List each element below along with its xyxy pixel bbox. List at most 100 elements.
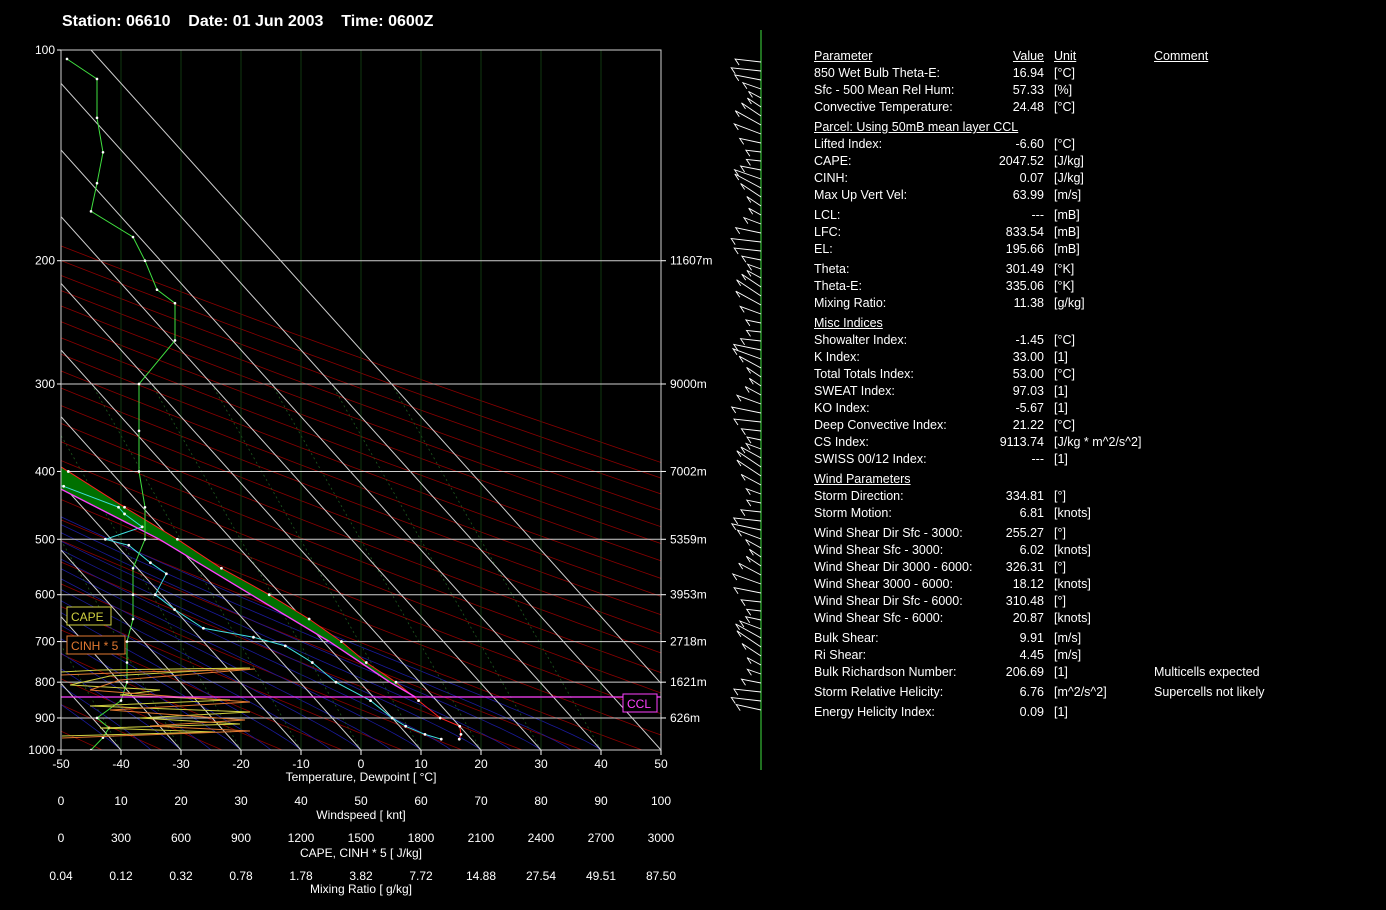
windspeed-tick-label: 0	[58, 794, 65, 808]
pressure-tick-label: 900	[35, 711, 55, 725]
parameter-value: 4.45	[1019, 648, 1044, 662]
parameter-comment: Multicells expected	[1154, 665, 1260, 679]
parameter-unit: [1]	[1054, 452, 1068, 466]
pressure-tick-label: 500	[35, 532, 55, 546]
parameter-value: 326.31	[1005, 560, 1044, 574]
mixing-ratio-tick-label: 0.32	[169, 869, 193, 883]
parameter-value: 334.81	[1005, 489, 1044, 503]
parameter-value: 11.38	[1013, 296, 1044, 310]
windspeed-point	[125, 640, 129, 643]
parameter-unit: [m^2/s^2]	[1054, 685, 1107, 699]
parameter-value: ---	[1031, 208, 1045, 222]
pressure-tick-label: 800	[35, 675, 55, 689]
temperature-tick-label: -40	[112, 757, 130, 771]
wind-barb	[730, 67, 762, 75]
cape-tick-label: 600	[171, 831, 191, 845]
parameter-label: CAPE:	[814, 154, 852, 168]
parameter-value: -5.67	[1015, 401, 1045, 415]
windspeed-tick-label: 40	[294, 794, 308, 808]
wind-barb	[746, 367, 762, 378]
wind-barb	[746, 270, 762, 279]
windspeed-tick-label: 90	[594, 794, 608, 808]
windspeed-point	[95, 181, 99, 185]
dewpoint-line-point	[202, 626, 205, 630]
windspeed-point	[137, 382, 141, 386]
parameter-value: 9113.74	[999, 435, 1044, 449]
wind-barb	[745, 539, 762, 549]
temperature-line-point	[459, 733, 463, 736]
parameter-label: Sfc - 500 Mean Rel Hum:	[814, 83, 955, 97]
parameter-label: CS Index:	[814, 435, 869, 449]
parameter-unit: [J/kg]	[1054, 171, 1084, 185]
mixing-ratio-tick-label: 3.82	[349, 869, 373, 883]
pressure-tick-label: 200	[35, 254, 55, 268]
parameter-unit: [°C]	[1054, 367, 1075, 381]
wind-barb	[746, 436, 762, 444]
parameter-label: Convective Temperature:	[814, 100, 953, 114]
parameter-value: 335.06	[1005, 279, 1044, 293]
wind-barb	[740, 678, 762, 686]
parameter-unit: [°K]	[1054, 262, 1075, 276]
dewpoint-line-point	[164, 572, 168, 576]
wind-barb	[745, 608, 762, 616]
dewpoint-line-point	[149, 561, 152, 565]
parameter-label: LFC:	[814, 225, 842, 239]
temperature-tick-label: 50	[654, 757, 668, 771]
wind-barb	[730, 406, 762, 414]
parameter-unit: [°]	[1054, 526, 1066, 540]
wind-barb	[731, 347, 762, 360]
parameter-label: Storm Motion:	[814, 506, 892, 520]
wind-barb	[732, 688, 762, 696]
wind-barb	[744, 149, 762, 157]
parameter-label: Deep Convective Index:	[814, 418, 947, 432]
wind-barb	[733, 247, 762, 255]
dewpoint-line-point	[310, 661, 314, 664]
windspeed-point	[137, 470, 141, 473]
wind-barb	[744, 442, 762, 450]
wind-barb	[730, 238, 762, 245]
comment-column-header: Comment	[1154, 49, 1209, 63]
parameter-value: -6.60	[1015, 137, 1045, 151]
windspeed-point	[95, 116, 99, 120]
windspeed-point	[131, 593, 135, 597]
wind-barb	[746, 196, 762, 207]
wind-barb	[730, 696, 762, 704]
pressure-tick-label: 700	[35, 635, 55, 649]
parameter-unit: [mB]	[1054, 225, 1080, 239]
mixing-ratio-tick-label: 0.12	[109, 869, 133, 883]
temperature-axis-title: Temperature, Dewpoint [ °C]	[286, 770, 437, 784]
wind-barb	[736, 630, 762, 648]
dewpoint-line-point	[62, 484, 66, 488]
parameter-unit: [1]	[1054, 350, 1068, 364]
wind-barb	[740, 474, 762, 486]
parameter-value: 21.22	[1012, 418, 1044, 432]
parameter-unit: [knots]	[1054, 506, 1091, 520]
temperature-tick-label: -50	[52, 757, 70, 771]
parameter-value: 0.07	[1019, 171, 1044, 185]
parameter-unit: [°C]	[1054, 100, 1075, 114]
parameter-label: Wind Shear 3000 - 6000:	[814, 577, 953, 591]
pressure-tick-label: 100	[35, 43, 55, 57]
cape-tick-label: 1200	[288, 831, 315, 845]
parameter-unit: [°C]	[1054, 333, 1075, 347]
parameter-unit: [knots]	[1054, 611, 1091, 625]
wind-barb	[739, 338, 762, 345]
wind-barb	[749, 548, 762, 558]
height-label: 2718m	[670, 635, 707, 649]
windspeed-point	[155, 288, 159, 291]
wind-barb	[733, 168, 762, 180]
parameter-value: 97.03	[1012, 384, 1044, 398]
temperature-line-point	[220, 566, 223, 570]
parameter-unit: [1]	[1054, 665, 1068, 679]
parameter-label: K Index:	[814, 350, 860, 364]
temperature-line-point	[458, 724, 462, 728]
wind-barb	[740, 428, 762, 436]
mixing-ratio-tick-label: 49.51	[586, 869, 616, 883]
windspeed-point	[119, 699, 123, 702]
windspeed-point	[143, 505, 147, 509]
section-title-label: Misc Indices	[814, 316, 883, 330]
dewpoint-line-point	[404, 724, 408, 728]
parameter-label: CINH:	[814, 171, 849, 185]
temperature-tick-label: -30	[172, 757, 190, 771]
cape-tick-label: 0	[58, 831, 65, 845]
